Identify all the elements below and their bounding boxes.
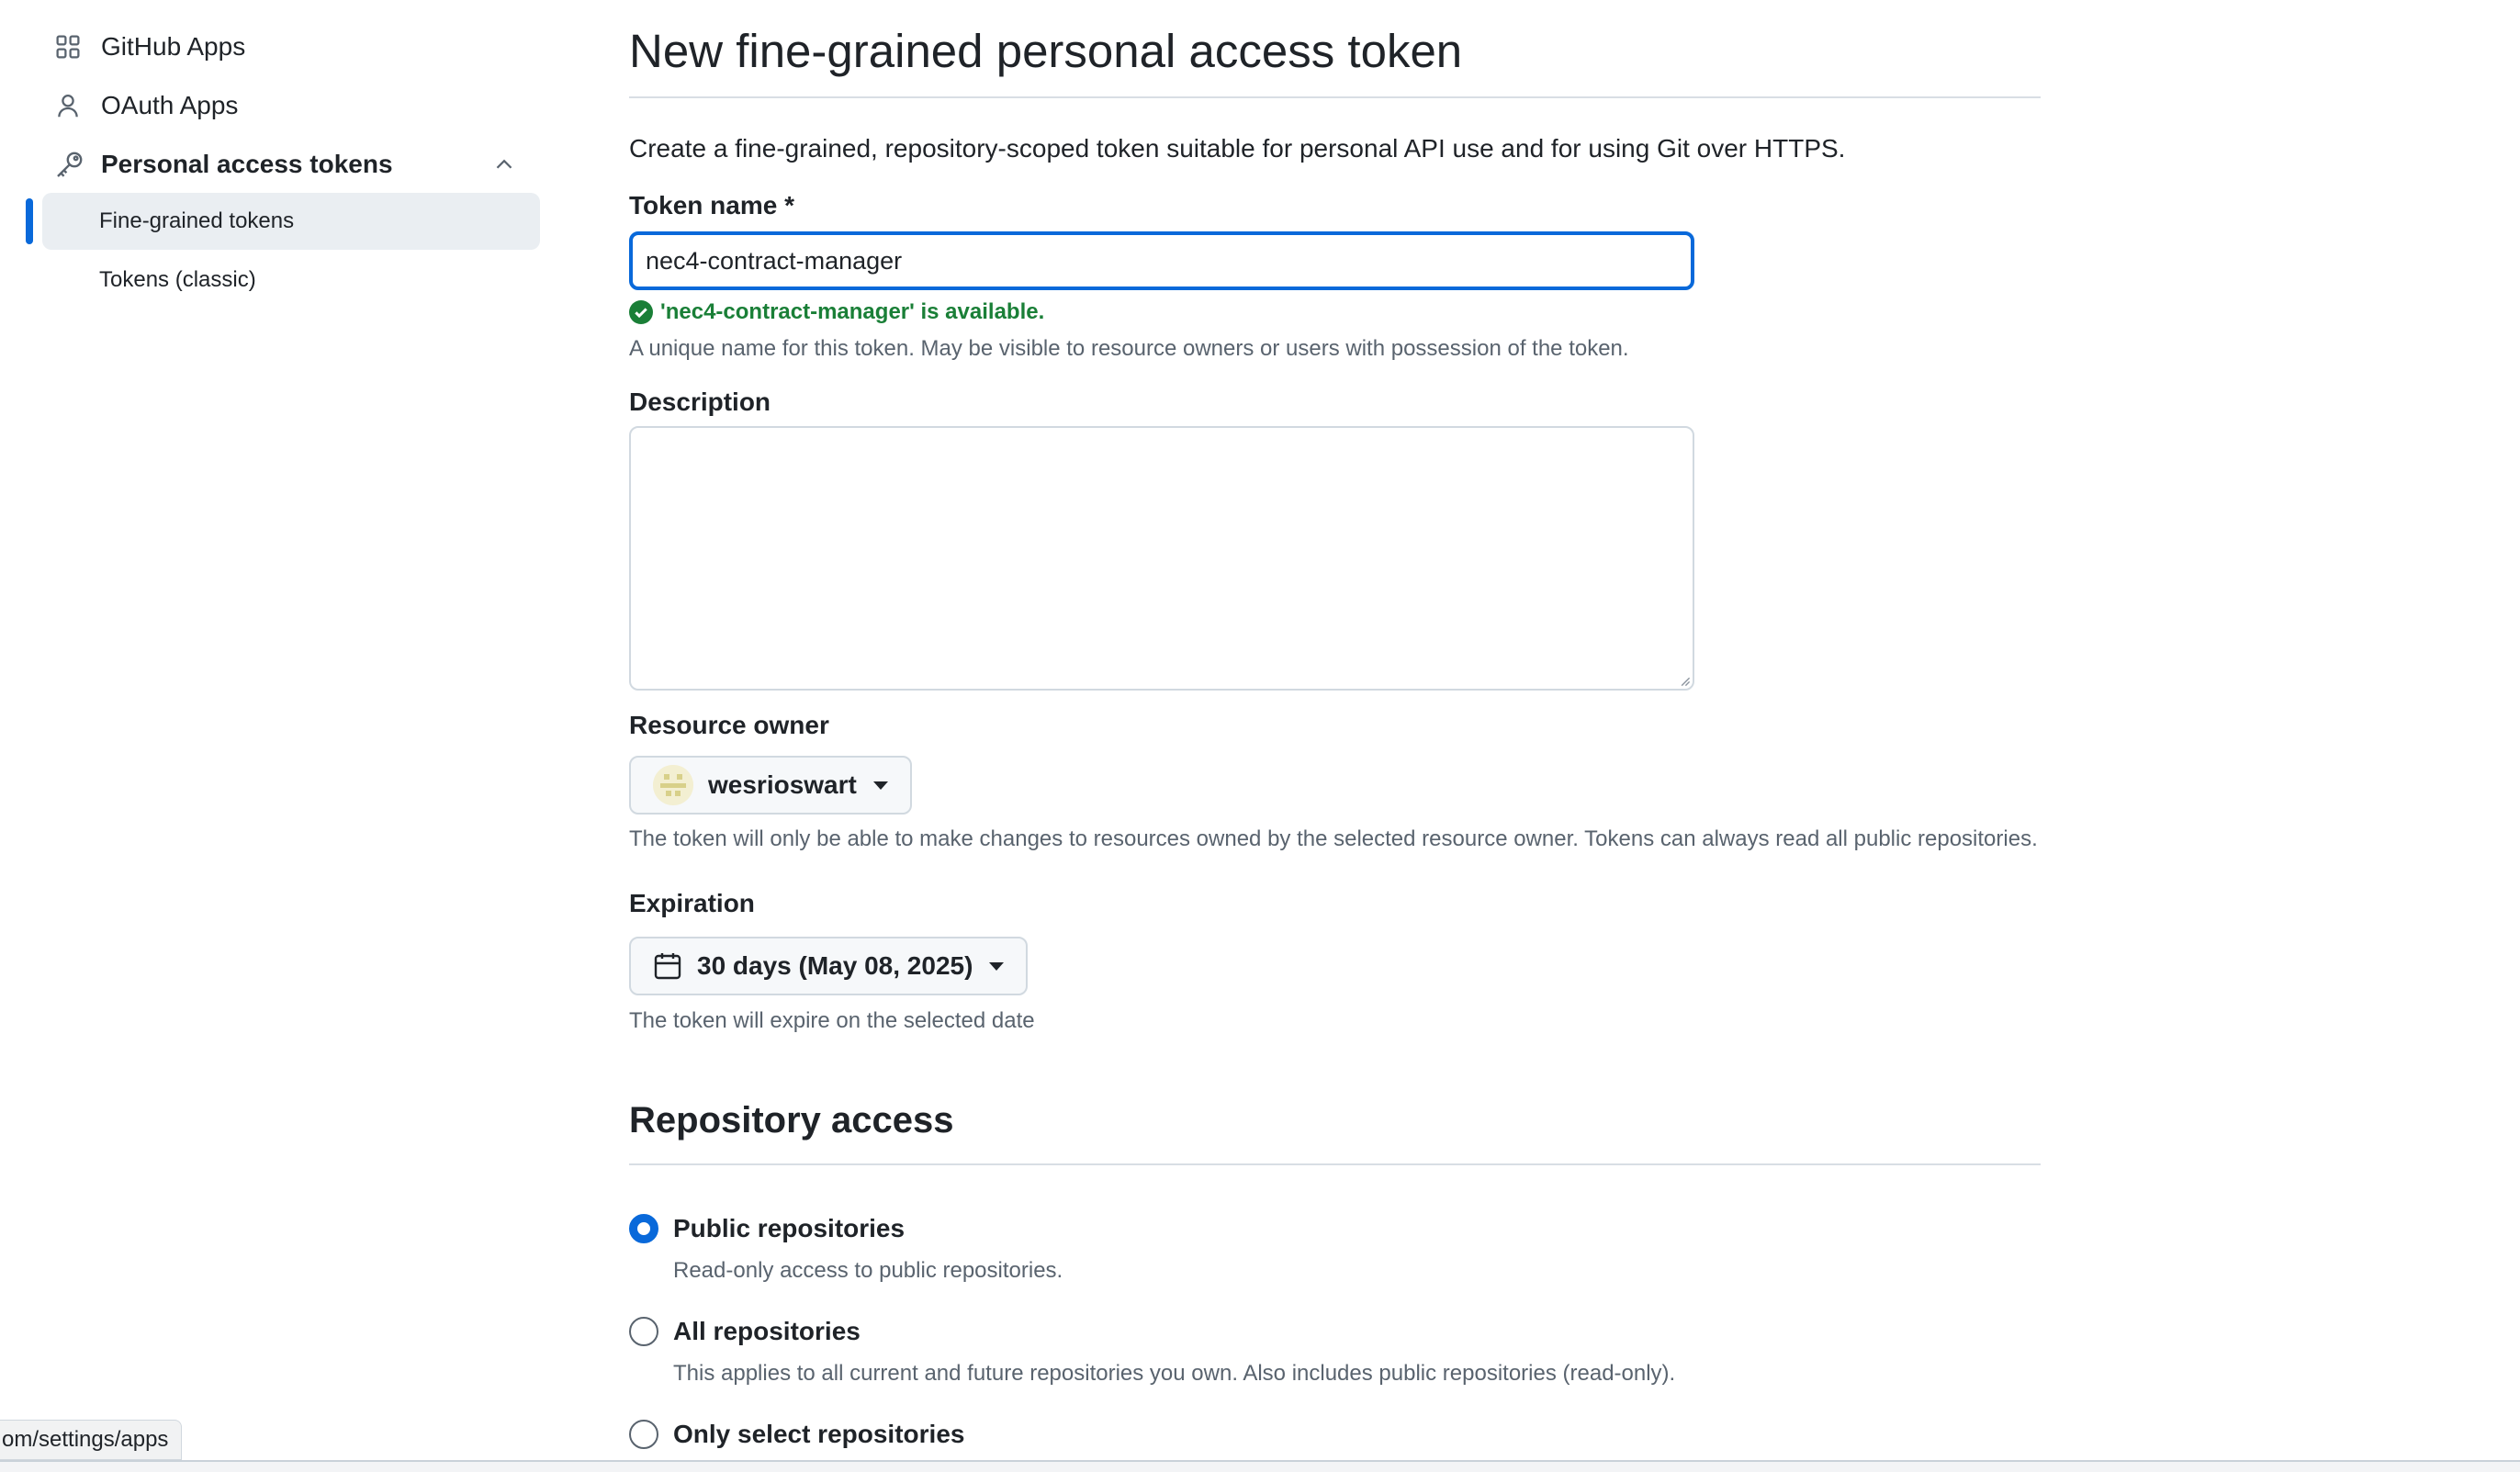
sidebar-item-label: GitHub Apps	[101, 32, 246, 61]
page-title: New fine-grained personal access token	[629, 25, 1463, 77]
radio-label: Public repositories	[673, 1214, 906, 1242]
radio-note: Read-only access to public repositories.	[673, 1258, 1063, 1283]
radio-note: This applies to all current and future r…	[673, 1361, 1676, 1386]
radio-button[interactable]	[629, 1317, 658, 1346]
sidebar-item-oauth-apps[interactable]: OAuth Apps	[42, 77, 538, 134]
divider	[629, 96, 2041, 98]
availability-text: 'nec4-contract-manager' is available.	[660, 299, 1045, 324]
avatar	[653, 765, 693, 805]
radio-label: Only select repositories	[673, 1420, 965, 1448]
resource-owner-note: The token will only be able to make chan…	[629, 826, 2038, 851]
key-icon	[42, 146, 97, 183]
check-circle-icon	[629, 300, 653, 324]
repository-access-title: Repository access	[629, 1100, 954, 1141]
expiration-note: The token will expire on the selected da…	[629, 1008, 1035, 1033]
radio-button-checked[interactable]	[629, 1214, 658, 1243]
expiration-value: 30 days (May 08, 2025)	[697, 951, 973, 980]
token-name-input[interactable]	[629, 231, 1694, 290]
description-textarea[interactable]	[629, 426, 1694, 691]
radio-all-repositories[interactable]: All repositories	[629, 1317, 861, 1346]
status-bar-url: om/settings/apps	[0, 1420, 183, 1460]
resource-owner-label: Resource owner	[629, 711, 829, 739]
calendar-icon	[654, 953, 681, 980]
sidebar-item-fine-grained-tokens[interactable]: Fine-grained tokens	[42, 193, 540, 250]
resource-owner-dropdown[interactable]: wesrioswart	[629, 756, 912, 815]
sidebar-item-github-apps[interactable]: GitHub Apps	[42, 18, 538, 75]
sidebar-item-tokens-classic[interactable]: Tokens (classic)	[42, 252, 540, 309]
intro-text: Create a fine-grained, repository-scoped…	[629, 134, 1846, 163]
caret-down-icon	[989, 961, 1005, 971]
chevron-up-icon[interactable]	[489, 149, 520, 180]
description-label: Description	[629, 388, 771, 416]
radio-public-repositories[interactable]: Public repositories	[629, 1214, 905, 1243]
active-indicator	[26, 198, 33, 244]
token-name-note: A unique name for this token. May be vis…	[629, 336, 1629, 361]
radio-only-select-repositories[interactable]: Only select repositories	[629, 1420, 964, 1449]
availability-message: 'nec4-contract-manager' is available.	[629, 299, 1044, 325]
window-bottom-edge	[0, 1460, 2520, 1472]
divider	[629, 1163, 2041, 1165]
sidebar-item-label: OAuth Apps	[101, 91, 239, 119]
page: GitHub Apps OAuth Apps Personal access t…	[0, 0, 2520, 1472]
apps-grid-icon	[42, 28, 97, 65]
radio-label: All repositories	[673, 1317, 861, 1345]
sidebar-item-label: Personal access tokens	[101, 150, 393, 178]
radio-button[interactable]	[629, 1420, 658, 1449]
sidebar-item-personal-access-tokens[interactable]: Personal access tokens	[42, 136, 538, 193]
expiration-dropdown[interactable]: 30 days (May 08, 2025)	[629, 937, 1029, 995]
person-icon	[42, 87, 97, 124]
resize-grip-icon[interactable]	[1678, 674, 1691, 687]
expiration-label: Expiration	[629, 889, 755, 917]
resource-owner-value: wesrioswart	[708, 770, 857, 799]
caret-down-icon	[872, 781, 888, 790]
token-name-label: Token name *	[629, 191, 794, 219]
